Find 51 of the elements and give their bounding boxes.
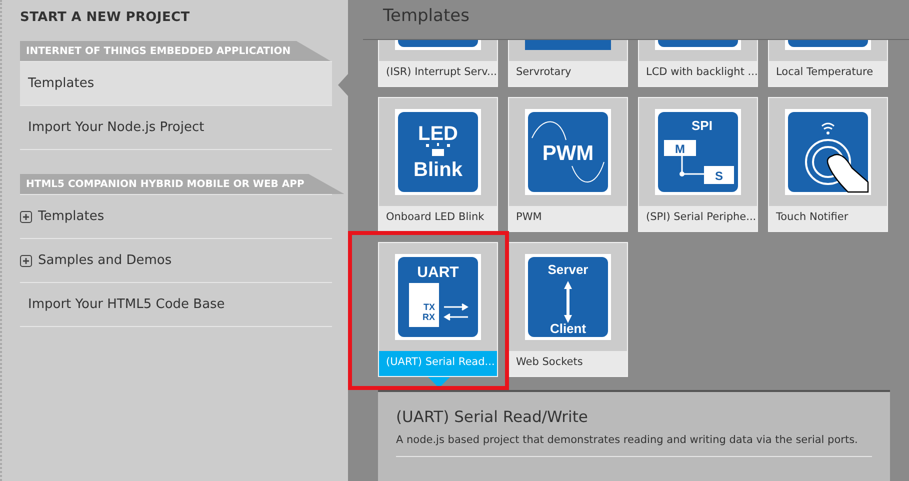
template-tile[interactable]: LED Blink Onboard LED Blink [378,97,498,232]
sidebar-item[interactable]: Templates [20,195,332,239]
detail-title: (UART) Serial Read/Write [396,408,589,426]
tile-label: (UART) Serial Read... [379,351,497,376]
section-header: INTERNET OF THINGS EMBEDDED APPLICATION [20,41,331,61]
icon-text: LED [418,123,458,145]
wave-icon [532,121,604,182]
section-header: HTML5 COMPANION HYBRID MOBILE OR WEB APP [20,174,344,194]
icon-text: PWM [542,142,594,165]
tile-label: Touch Notifier [769,206,887,231]
tile-label: (ISR) Interrupt Serv... [379,61,497,86]
tile-label: Servrotary [509,61,627,86]
template-tile[interactable]: (ISR) Interrupt Serv... [378,40,498,87]
template-tile[interactable]: UART TX RX (UART) Serial Read... [378,242,498,377]
template-tile[interactable]: Local Temperature [768,40,888,87]
icon-text: Client [550,321,586,336]
tile-label: Onboard LED Blink [379,206,497,231]
plus-icon[interactable] [20,210,32,222]
double-arrow-icon [564,281,572,323]
item-label: Samples and Demos [38,253,172,268]
sidebar-item[interactable]: Import Your Node.js Project [20,106,332,150]
sidebar-item[interactable]: Import Your HTML5 Code Base [20,283,332,327]
sidebar-title: START A NEW PROJECT [20,10,191,25]
tile-label: LCD with backlight ... [639,61,757,86]
icon-text: Server [548,262,588,277]
icon-text: Blink [414,159,462,181]
touch-icon [805,122,869,193]
template-tile[interactable]: PWM PWM [508,97,628,232]
icon-text: SPI [692,118,712,133]
chip-icon [409,283,439,327]
icon-text: UART [417,264,459,281]
template-tile[interactable]: Server Client Web Sockets [508,242,628,377]
item-label: Templates [38,209,104,224]
tile-label: Local Temperature [769,61,887,86]
tile-label: Web Sockets [509,351,627,376]
tile-label: (SPI) Serial Periphe... [639,206,757,231]
template-tile[interactable]: LCD with backlight ... [638,40,758,87]
arrows-icon [443,303,469,321]
plus-icon[interactable] [20,254,32,266]
detail-description: A node.js based project that demonstrates reading and writing data via the serial ports. [396,434,872,457]
tile-label: PWM [509,206,627,231]
light-icon [426,143,450,156]
template-tile[interactable]: Servrotary [508,40,628,87]
template-tile[interactable]: SPI M S (SPI) Serial Periphe... [638,97,758,232]
icon-text: RX [422,312,435,322]
icon-text: TX [423,302,435,312]
icon-text: M [675,142,685,156]
icon-text: S [715,169,723,183]
sidebar-item[interactable]: Samples and Demos [20,239,332,283]
template-tile[interactable]: Touch Notifier [768,97,888,232]
diagram-icon [664,140,734,184]
